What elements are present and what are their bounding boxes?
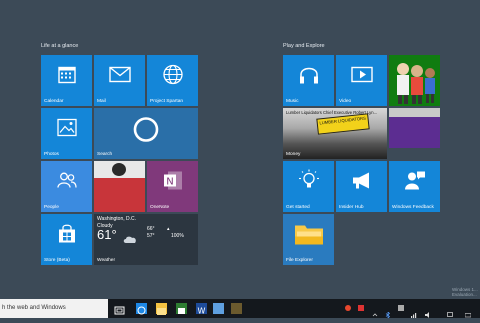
weather-up-arrow-icon: ▴ xyxy=(167,226,170,232)
tile-xbox[interactable] xyxy=(389,55,440,106)
weather-city: Washington, D.C. xyxy=(97,216,136,222)
xbox-avatars xyxy=(389,55,440,106)
search-input[interactable]: h the web and Windows xyxy=(0,299,108,318)
tile-label: Windows Feedback xyxy=(392,205,434,210)
tile-get-started[interactable]: Get started xyxy=(283,161,334,212)
tile-purple-live[interactable] xyxy=(389,108,440,148)
tile-weather[interactable]: Washington, D.C. Cloudy 61° 66° 57° 100%… xyxy=(94,214,198,265)
tile-label: Music xyxy=(286,99,299,104)
tile-file-explorer[interactable]: File Explorer xyxy=(283,214,334,265)
file-explorer-taskbar-icon[interactable] xyxy=(156,303,167,315)
taskbar: h the web and Windows W xyxy=(0,299,480,319)
settings-app-icon[interactable] xyxy=(213,303,224,314)
chevron-up-icon[interactable] xyxy=(372,305,378,317)
photo-logo-mark xyxy=(112,163,126,176)
money-headline: Lumber Liquidators Chief Executive Rober… xyxy=(286,110,378,115)
store-bag-icon xyxy=(57,224,77,249)
task-view-icon[interactable] xyxy=(114,303,125,315)
tile-search[interactable]: Search xyxy=(94,108,198,159)
video-play-icon xyxy=(350,67,373,88)
store-taskbar-icon[interactable] xyxy=(176,303,187,314)
tile-label: Search xyxy=(97,152,113,157)
group-title-life: Life at a glance xyxy=(41,43,79,49)
battery-icon[interactable] xyxy=(398,305,404,311)
action-center-icon[interactable] xyxy=(447,305,453,317)
spartan-browser-icon[interactable] xyxy=(136,303,147,315)
tile-money[interactable]: LUMBER LIQUIDATORS Lumber Liquidators Ch… xyxy=(283,108,387,159)
tile-label: Get started xyxy=(286,205,310,210)
mail-icon xyxy=(108,67,131,88)
tile-label: Photos xyxy=(44,152,59,157)
weather-precip: 100% xyxy=(171,233,184,239)
tile-photos[interactable]: Photos xyxy=(41,108,92,159)
photo-icon xyxy=(56,119,77,142)
tile-mail[interactable]: Mail xyxy=(94,55,145,106)
tile-video[interactable]: Video xyxy=(336,55,387,106)
tile-label: Weather xyxy=(97,258,116,263)
tile-insider-hub[interactable]: Insider Hub xyxy=(336,161,387,212)
weather-temperature: 61° xyxy=(97,227,117,242)
tile-music[interactable]: Music xyxy=(283,55,334,106)
headphones-icon xyxy=(298,64,320,91)
evaluation-watermark: Windows 1... Evaluation... xyxy=(452,287,478,297)
tile-calendar[interactable]: Calendar xyxy=(41,55,92,106)
tile-windows-feedback[interactable]: Windows Feedback xyxy=(389,161,440,212)
group-title-play: Play and Explore xyxy=(283,43,325,49)
weather-low: 57° xyxy=(147,233,155,239)
keyboard-icon[interactable] xyxy=(464,305,472,318)
tile-project-spartan[interactable]: Project Spartan xyxy=(147,55,198,106)
cortana-circle-icon xyxy=(131,115,161,150)
tile-label: Money xyxy=(286,152,301,157)
bluetooth-icon[interactable] xyxy=(385,305,391,319)
tile-label: Calendar xyxy=(44,99,64,104)
network-icon[interactable] xyxy=(411,305,417,318)
people-icon xyxy=(56,172,78,195)
word-icon[interactable]: W xyxy=(196,303,207,316)
globe-icon xyxy=(162,64,184,91)
megaphone-icon xyxy=(351,172,373,195)
tile-label: File Explorer xyxy=(286,258,313,263)
tile-onenote[interactable]: N OneNote xyxy=(147,161,198,212)
tile-label: Store (Beta) xyxy=(44,258,70,263)
tile-label: Project Spartan xyxy=(150,99,184,104)
calendar-icon xyxy=(57,65,77,90)
weather-cloud-icon xyxy=(123,231,137,249)
tile-label: Video xyxy=(339,99,352,104)
tile-label: Insider Hub xyxy=(339,205,364,210)
feedback-person-icon xyxy=(404,171,426,196)
tile-store[interactable]: Store (Beta) xyxy=(41,214,92,265)
weather-high: 66° xyxy=(147,226,155,232)
folder-icon xyxy=(294,222,324,251)
tile-label: People xyxy=(44,205,59,210)
lightbulb-icon xyxy=(298,169,319,197)
tray-app-icon[interactable] xyxy=(345,305,351,311)
tile-people[interactable]: People xyxy=(41,161,92,212)
tile-live-photo[interactable] xyxy=(94,161,145,212)
onenote-icon: N xyxy=(162,170,184,197)
tile-label: Mail xyxy=(97,99,106,104)
tile-label: OneNote xyxy=(150,205,170,210)
svg-text:W: W xyxy=(198,307,206,316)
app-icon[interactable] xyxy=(231,303,242,314)
svg-text:N: N xyxy=(166,177,173,188)
volume-icon[interactable] xyxy=(425,305,431,318)
live-image-top xyxy=(389,108,440,117)
tray-alert-icon[interactable] xyxy=(358,305,364,311)
